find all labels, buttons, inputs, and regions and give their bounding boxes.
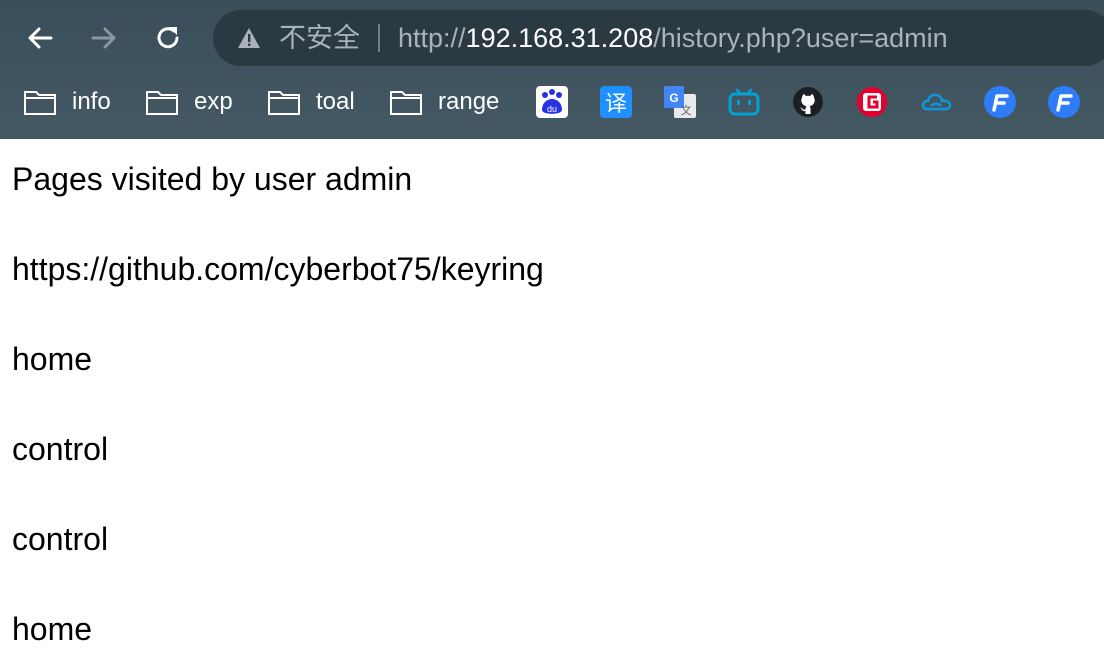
bilibili-icon[interactable] xyxy=(728,86,760,118)
github-icon[interactable] xyxy=(792,86,824,118)
baidu-icon[interactable]: du xyxy=(536,86,568,118)
address-bar[interactable]: 不安全 http://192.168.31.208/history.php?us… xyxy=(213,10,1104,66)
bookmark-folder-range[interactable]: range xyxy=(390,84,499,120)
warning-icon xyxy=(238,28,260,48)
history-entry: home xyxy=(12,341,93,377)
folder-icon xyxy=(146,91,178,115)
bookmark-folder-toal[interactable]: toal xyxy=(268,84,355,120)
back-arrow-icon xyxy=(28,27,53,49)
reload-icon xyxy=(157,27,179,49)
bookmark-folder-exp[interactable]: exp xyxy=(146,84,233,120)
browser-chrome: 不安全 http://192.168.31.208/history.php?us… xyxy=(0,0,1104,139)
f-blue-icon[interactable] xyxy=(984,86,1016,118)
bookmark-folder-info[interactable]: info xyxy=(24,84,111,120)
forward-arrow-icon xyxy=(91,27,116,49)
history-entry: control xyxy=(12,521,109,557)
security-status-label[interactable]: 不安全 xyxy=(279,22,360,54)
cloud-icon[interactable] xyxy=(920,86,952,118)
folder-icon xyxy=(390,91,422,115)
f-blue-icon-2[interactable] xyxy=(1048,86,1080,118)
svg-text:G: G xyxy=(669,91,678,105)
address-divider xyxy=(378,24,380,52)
translate-icon[interactable]: 译 xyxy=(600,86,632,118)
history-entry: https://github.com/cyberbot75/keyring xyxy=(12,251,544,287)
back-button[interactable] xyxy=(22,20,58,56)
translate-glyph: 译 xyxy=(605,92,627,117)
history-entry: control xyxy=(12,431,109,467)
folder-icon xyxy=(268,91,300,115)
reload-button[interactable] xyxy=(150,20,186,56)
folder-icon xyxy=(24,91,56,115)
svg-text:文: 文 xyxy=(681,103,692,117)
bookmark-folder-label: info xyxy=(72,88,111,115)
bookmark-folder-label: range xyxy=(438,88,500,115)
browser-toolbar: 不安全 http://192.168.31.208/history.php?us… xyxy=(0,0,1104,76)
url-scheme: http:// xyxy=(398,23,466,53)
g-red-icon[interactable] xyxy=(856,86,888,118)
url-host: 192.168.31.208 xyxy=(465,23,654,53)
baidu-glyph: du xyxy=(547,104,557,114)
url-path: /history.php?user=admin xyxy=(653,23,948,53)
bookmark-folder-label: exp xyxy=(194,88,233,115)
page-heading: Pages visited by user admin xyxy=(12,161,413,197)
bookmark-folder-label: toal xyxy=(316,88,355,115)
forward-button[interactable] xyxy=(86,20,122,56)
history-entry: home xyxy=(12,611,93,647)
bookmarks-bar: info exp toal range du 译 G 文 xyxy=(0,76,1104,139)
google-translate-icon[interactable]: G 文 xyxy=(664,86,696,118)
url-text[interactable]: http://192.168.31.208/history.php?user=a… xyxy=(398,22,948,54)
